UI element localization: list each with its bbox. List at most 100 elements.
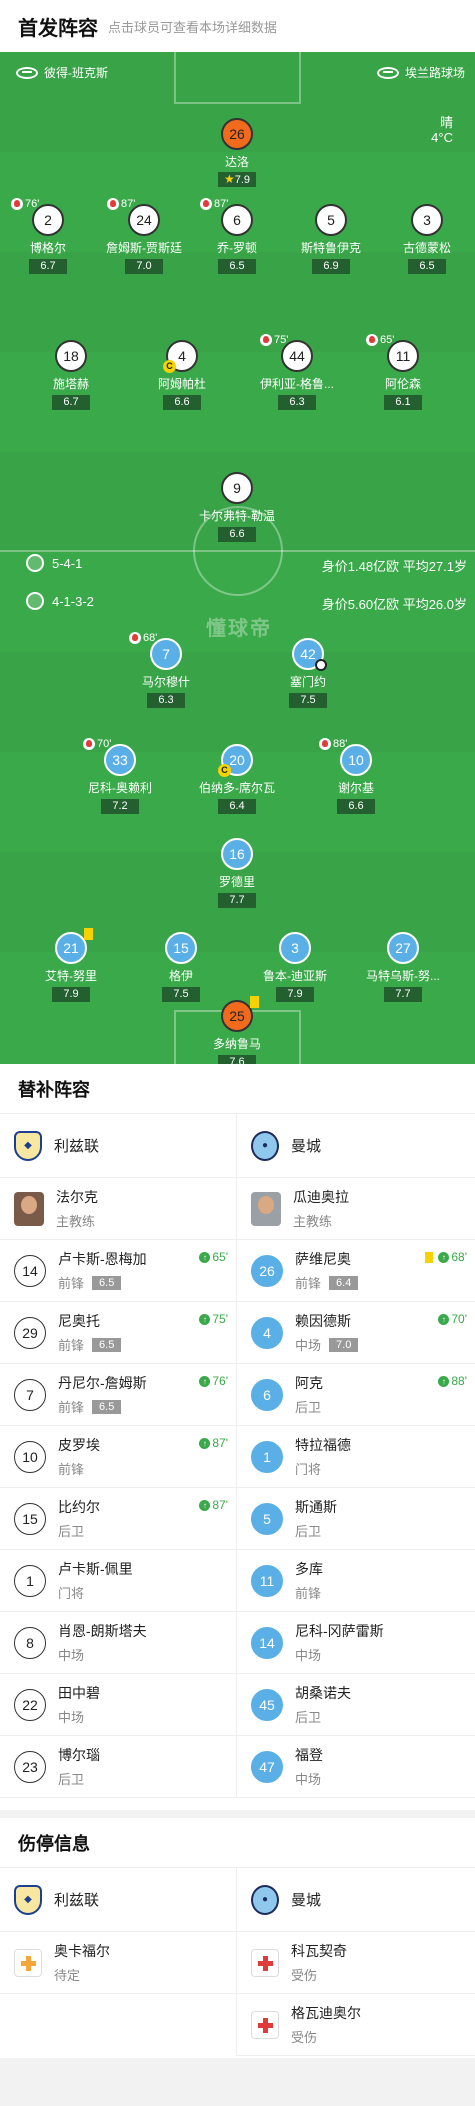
sub-out-icon [319,738,331,750]
injury-row[interactable]: 奥卡福尔 待定 [0,1932,236,1994]
jersey-number: 15 [165,932,197,964]
sub-player-row[interactable]: 22 田中碧 中场 [0,1674,236,1736]
player-rating: 6.5 [408,259,446,274]
home-player[interactable]: 3 古德蒙松 6.5 [362,204,475,274]
player-position: 后卫 [295,1400,322,1415]
injury-status: 受伤 [291,1968,318,1983]
home-value: 身价1.48亿欧 平均27.1岁 [321,559,467,574]
injury-row[interactable]: 科瓦契奇 受伤 [237,1932,475,1994]
sub-player-row[interactable]: 1 特拉福德 门将 [237,1426,475,1488]
player-position-row: 前锋 6.5 [58,1397,147,1416]
away-player[interactable]: 25 多纳鲁马 7.6 [172,996,302,1064]
coach-name: 瓜迪奥拉 [293,1189,349,1205]
rating-value: 7.6 [229,1056,245,1064]
player-position: 门将 [58,1586,85,1601]
player-position: 前锋 [295,1276,322,1291]
sub-player-row[interactable]: 29 尼奥托 前锋 6.5 ↑ 75' [0,1302,236,1364]
away-formation-row: 4-1-3-2 身价5.60亿欧 平均26.0岁 [0,592,475,614]
away-player[interactable]: 16 罗德里 7.7 [172,838,302,908]
pitch: 彼得-班克斯 埃兰路球场 晴 4°C 懂球帝 5-4-1 身价1.48亿欧 平均… [0,52,475,1064]
player-position-row: 前锋 6.5 [58,1273,147,1292]
home-player[interactable]: 11 65' 阿伦森 6.1 [338,334,468,410]
sub-player-info: 斯通斯 后卫 [295,1497,337,1540]
player-rating: 6.5 [218,259,256,274]
rating-value: 6.9 [323,260,339,272]
sub-player-row[interactable]: 5 斯通斯 后卫 [237,1488,475,1550]
jersey-number: 5 [251,1502,283,1535]
sub-in-minute: 87' [212,1436,228,1450]
home-player[interactable]: 9 卡尔弗特-勒温 6.6 [172,472,302,542]
sub-player-row[interactable]: 26 萨维尼奥 前锋 6.4 ↑ 68' [237,1240,475,1302]
player-name: 格伊 [168,969,193,983]
sub-player-row[interactable]: 45 胡桑诺夫 后卫 [237,1674,475,1736]
sub-player-row[interactable]: 6 阿克 后卫 ↑ 88' [237,1364,475,1426]
injury-row[interactable]: 格瓦迪奥尔 受伤 [237,1994,475,2056]
player-name: 赖因德斯 [295,1313,351,1329]
away-team-row[interactable]: ● 曼城 [237,1114,475,1178]
sub-player-row[interactable]: 14 卢卡斯-恩梅加 前锋 6.5 ↑ 65' [0,1240,236,1302]
player-name: 罗德里 [218,875,255,889]
sub-out-marker: 75' [260,334,288,346]
jersey-number: 29 [14,1316,46,1349]
away-player[interactable]: 7 68' 马尔穆什 6.3 [101,632,231,708]
player-name: 科瓦契奇 [291,1943,347,1959]
jersey-number: 15 [14,1502,46,1535]
away-player[interactable]: 15 格伊 7.5 [116,932,246,1002]
home-team-row[interactable]: ◆ 利兹联 [0,1868,236,1932]
player-name: 阿姆帕杜 [157,377,206,391]
sub-player-row[interactable]: 11 多库 前锋 [237,1550,475,1612]
lineup-hint: 点击球员可查看本场详细数据 [108,19,278,35]
away-player[interactable]: 10 88' 谢尔基 6.6 [291,738,421,814]
sub-player-row[interactable]: 10 皮罗埃 前锋 ↑ 87' [0,1426,236,1488]
home-team-row[interactable]: ◆ 利兹联 [0,1114,236,1178]
sub-player-row[interactable]: 4 赖因德斯 中场 7.0 ↑ 70' [237,1302,475,1364]
away-formation: 4-1-3-2 [52,594,94,609]
home-coach-row[interactable]: 法尔克 主教练 [0,1178,236,1240]
sub-player-row[interactable]: 47 福登 中场 [237,1736,475,1798]
player-position-row: 后卫 [295,1707,351,1726]
home-player[interactable]: 4 C 阿姆帕杜 6.6 [117,340,247,410]
sub-in-minute: 70' [451,1312,467,1326]
away-player[interactable]: 42 塞门约 7.5 [243,638,373,708]
sub-player-row[interactable]: 14 尼科-冈萨雷斯 中场 [237,1612,475,1674]
substitutes-section: 替补阵容 ◆ 利兹联 法尔克 主教练 14 卢卡斯-恩梅加 前锋 6.5 ↑ 65' 29 尼奥… [0,1064,475,1810]
city-crest-icon: ● [251,1130,279,1161]
sub-out-icon [83,738,95,750]
sub-player-row[interactable]: 1 卢卡斯-佩里 门将 [0,1550,236,1612]
player-name: 格瓦迪奥尔 [291,2005,361,2021]
sub-player-row[interactable]: 8 肖恩-朗斯塔夫 中场 [0,1612,236,1674]
player-position-row: 中场 [295,1769,323,1788]
sub-player-row[interactable]: 7 丹尼尔-詹姆斯 前锋 6.5 ↑ 76' [0,1364,236,1426]
sub-player-info: 皮罗埃 前锋 [58,1435,100,1478]
away-player[interactable]: 27 马特乌斯-努... 7.7 [338,932,468,1002]
subs-title: 替补阵容 [0,1064,475,1114]
sub-player-info: 卢卡斯-恩梅加 前锋 6.5 [58,1249,147,1292]
rating-value: 6.4 [229,800,245,812]
away-team-row[interactable]: ● 曼城 [237,1868,475,1932]
away-subs-column: ● 曼城 瓜迪奥拉主教练 26 萨维尼奥 前锋 6.4 ↑ 68' 4 赖因德斯 中场 7.0 ↑ 7… [237,1114,475,1798]
watermark: 懂球帝 [206,618,272,640]
coach-role: 主教练 [293,1214,333,1229]
player-rating: ★7.9 [217,172,257,187]
rating-value: 6.7 [63,396,79,408]
away-coach-row[interactable]: 瓜迪奥拉 主教练 [237,1178,475,1240]
yellow-card-icon [84,928,93,940]
sub-player-row[interactable]: 15 比约尔 后卫 ↑ 87' [0,1488,236,1550]
player-name: 胡桑诺夫 [295,1685,351,1701]
rating-value: 6.3 [289,396,305,408]
jersey-number: 27 [387,932,419,964]
away-player[interactable]: 20 C 伯纳多-席尔瓦 6.4 [172,744,302,814]
player-name: 尼科-奥赖利 [88,781,152,795]
injury-info: 格瓦迪奥尔 受伤 [291,2003,361,2046]
away-player[interactable]: 33 70' 尼科-奥赖利 7.2 [55,738,185,814]
player-rating: 6.3 [147,693,185,708]
city-crest-icon: ● [251,1884,279,1915]
player-position-row: 前锋 [295,1583,323,1602]
sub-player-row[interactable]: 23 博尔瑙 后卫 [0,1736,236,1798]
whistle-icon [16,66,38,79]
player-name: 阿伦森 [384,377,421,391]
player-rating: 6.6 [218,527,256,542]
home-player[interactable]: 26 达洛 ★7.9 [172,118,302,188]
player-position: 前锋 [295,1586,322,1601]
home-team-name: 利兹联 [54,1892,100,1909]
